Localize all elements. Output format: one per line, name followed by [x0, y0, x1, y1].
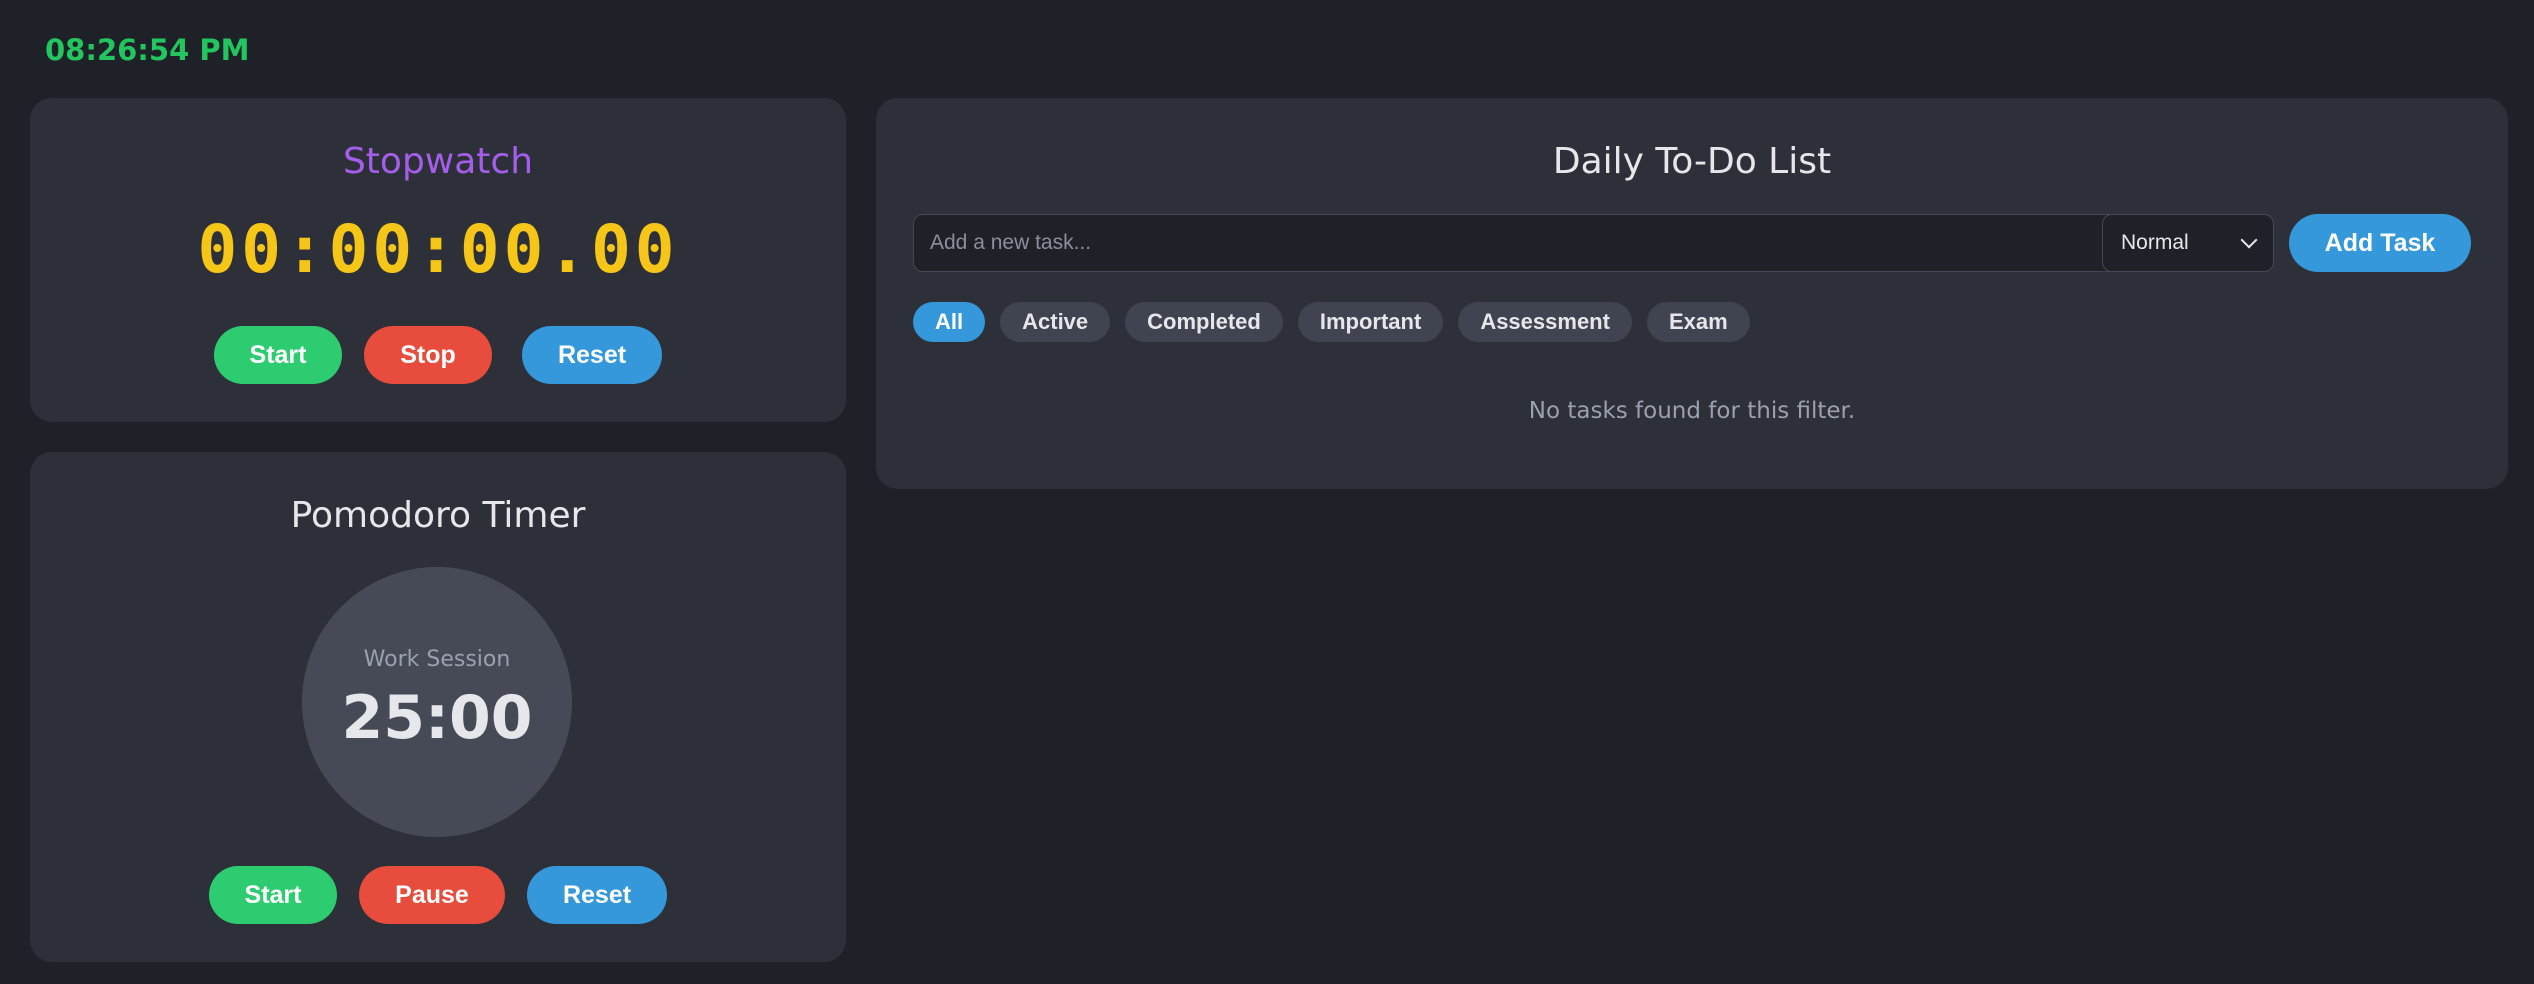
pomodoro-pause-button[interactable]: Pause [359, 866, 505, 924]
priority-selected-value: Normal [2121, 231, 2189, 254]
chevron-down-icon [2240, 231, 2258, 249]
empty-tasks-message: No tasks found for this filter. [1528, 398, 1856, 424]
todo-title: Daily To-Do List [1552, 141, 1832, 182]
pomodoro-reset-button[interactable]: Reset [527, 866, 667, 924]
priority-select[interactable]: Normal [2102, 214, 2274, 272]
pomodoro-title: Pomodoro Timer [290, 495, 586, 536]
stopwatch-reset-button[interactable]: Reset [522, 326, 662, 384]
pomodoro-card: Pomodoro Timer Work Session 25:00 Start … [30, 452, 846, 962]
pomodoro-time: 25:00 [341, 683, 533, 753]
pomodoro-controls: Start Pause Reset [30, 866, 846, 924]
filter-assessment[interactable]: Assessment [1458, 302, 1632, 342]
add-task-button[interactable]: Add Task [2289, 214, 2471, 272]
stopwatch-start-button[interactable]: Start [214, 326, 342, 384]
stopwatch-display: 00:00:00.00 [197, 211, 679, 288]
current-time: 08:26:54 PM [45, 33, 250, 67]
stopwatch-stop-button[interactable]: Stop [364, 326, 492, 384]
filter-chips: All Active Completed Important Assessmen… [913, 302, 1750, 342]
filter-important[interactable]: Important [1297, 302, 1444, 342]
stopwatch-title: Stopwatch [342, 141, 534, 182]
stopwatch-card: Stopwatch 00:00:00.00 Start Stop Reset [30, 98, 846, 422]
filter-exam[interactable]: Exam [1646, 302, 1750, 342]
new-task-input[interactable] [913, 214, 2124, 272]
filter-all[interactable]: All [913, 302, 986, 342]
pomodoro-timer-circle: Work Session 25:00 [302, 567, 572, 837]
pomodoro-start-button[interactable]: Start [209, 866, 337, 924]
todo-card: Daily To-Do List Normal Add Task All Act… [876, 98, 2508, 489]
filter-completed[interactable]: Completed [1125, 302, 1283, 342]
filter-active[interactable]: Active [1000, 302, 1111, 342]
stopwatch-controls: Start Stop Reset [30, 326, 846, 384]
pomodoro-session-label: Work Session [363, 647, 511, 672]
